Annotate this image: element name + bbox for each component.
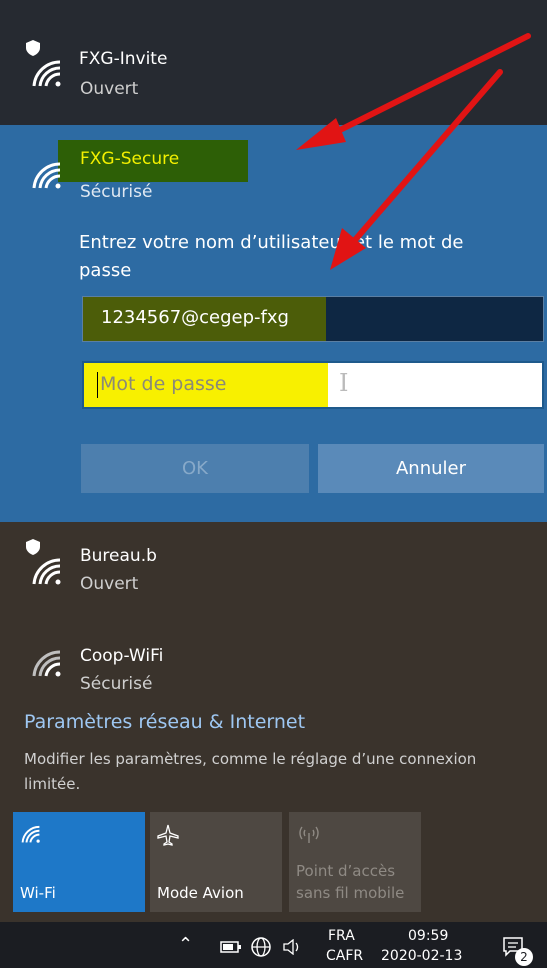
network-status: Ouvert (80, 79, 139, 99)
network-name: Bureau.b (80, 546, 157, 566)
tile-label: Mode Avion (157, 884, 244, 902)
network-status: Ouvert (80, 574, 139, 594)
ibeam-cursor-icon: I (339, 369, 349, 397)
show-hidden-icons-chevron-icon[interactable]: ⌃ (178, 934, 193, 955)
shield-icon (26, 539, 40, 555)
taskbar (0, 922, 547, 968)
network-name: Coop-WiFi (80, 646, 164, 666)
wifi-icon (32, 162, 61, 189)
network-name: FXG-Invite (79, 49, 168, 69)
wifi-icon (32, 650, 61, 677)
network-globe-icon[interactable] (250, 936, 272, 958)
notification-badge: 2 (515, 948, 533, 966)
network-status: Sécurisé (80, 674, 153, 694)
cancel-button[interactable]: Annuler (318, 444, 544, 493)
network-item-fxg-invite[interactable]: FXG-Invite Ouvert (0, 30, 547, 110)
network-status: Sécurisé (80, 182, 153, 202)
input-language-top[interactable]: FRA (328, 928, 355, 944)
login-prompt: Entrez votre nom d’utilisateur et le mot… (79, 232, 464, 281)
text-caret (97, 372, 98, 398)
wifi-icon (32, 60, 61, 87)
action-center-button[interactable]: 2 (502, 936, 533, 966)
tile-label: Point d’accès sans fil mobile (296, 862, 405, 902)
network-settings-description: Modifier les paramètres, comme le réglag… (24, 750, 477, 793)
password-placeholder: Mot de passe (100, 373, 227, 395)
ok-button[interactable]: OK (81, 444, 309, 493)
clock-time[interactable]: 09:59 (408, 928, 448, 944)
clock-date[interactable]: 2020-02-13 (381, 948, 462, 964)
wifi-tile[interactable]: Wi-Fi (13, 812, 145, 912)
volume-icon[interactable] (282, 939, 304, 955)
hotspot-icon (299, 826, 319, 843)
input-language-bottom[interactable]: CAFR (326, 948, 363, 964)
network-name: FXG-Secure (80, 149, 180, 169)
wifi-icon (21, 825, 40, 843)
wifi-icon (32, 558, 61, 585)
network-item-coop-wifi[interactable]: Coop-WiFi Sécurisé (0, 640, 547, 700)
network-item-fxg-secure[interactable]: FXG-Secure Sécurisé (0, 140, 547, 210)
shield-icon (26, 40, 40, 56)
tile-label: Wi-Fi (20, 884, 56, 902)
network-item-bureau-b[interactable]: Bureau.b Ouvert (0, 536, 547, 606)
airplane-icon (157, 824, 179, 846)
mobile-hotspot-tile[interactable]: Point d’accès sans fil mobile (289, 812, 421, 912)
airplane-mode-tile[interactable]: Mode Avion (150, 812, 282, 912)
username-value: 1234567@cegep-fxg (101, 307, 289, 328)
battery-icon[interactable] (220, 940, 242, 954)
network-settings-link[interactable]: Paramètres réseau & Internet (24, 711, 305, 733)
